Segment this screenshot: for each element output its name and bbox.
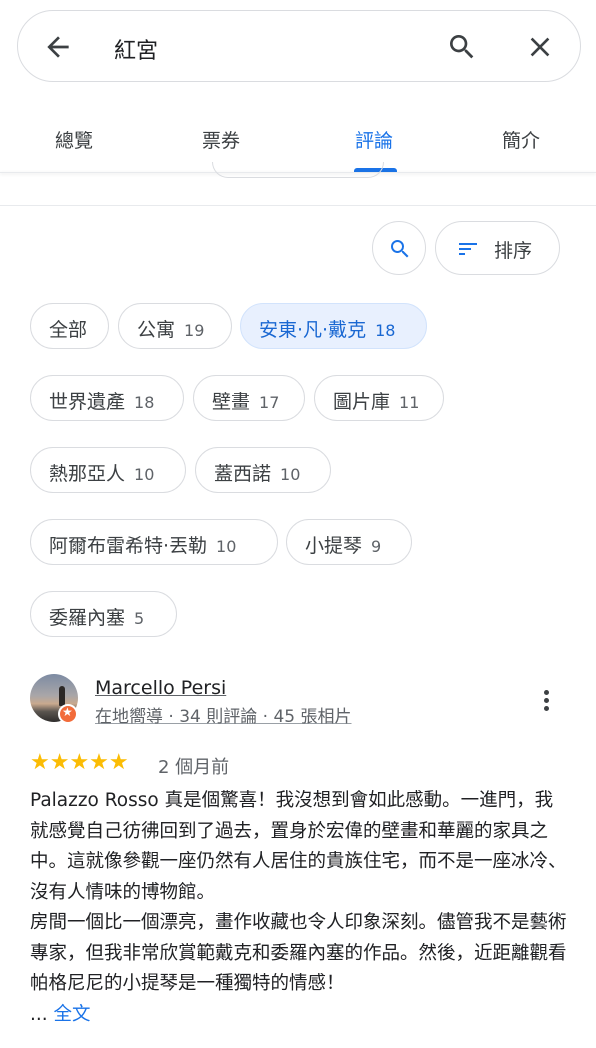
chip-casino[interactable]: 蓋西諾 10 bbox=[195, 447, 331, 493]
chip-count: 11 bbox=[399, 393, 420, 412]
chip-label: 圖片庫 bbox=[333, 391, 391, 413]
local-guide-star-icon: ★ bbox=[58, 704, 78, 724]
avatar-figure bbox=[59, 686, 65, 706]
chip-veronese[interactable]: 委羅內塞 5 bbox=[30, 591, 177, 637]
review-date: 2 個月前 bbox=[158, 757, 230, 778]
sort-icon bbox=[459, 243, 477, 255]
search-bar[interactable]: 紅宮 bbox=[17, 10, 581, 82]
chip-count: 18 bbox=[375, 321, 396, 340]
chip-label: 全部 bbox=[49, 319, 88, 341]
tab-about[interactable]: 簡介 bbox=[502, 126, 540, 153]
chip-count: 19 bbox=[184, 321, 205, 340]
chip-label: 阿爾布雷希特·丟勒 bbox=[49, 535, 208, 557]
review-ellipsis: ... bbox=[30, 1003, 48, 1025]
chip-violin[interactable]: 小提琴 9 bbox=[286, 519, 412, 565]
chip-count: 5 bbox=[134, 609, 145, 628]
sort-label: 排序 bbox=[494, 240, 533, 262]
chip-gallery[interactable]: 圖片庫 11 bbox=[314, 375, 444, 421]
chip-world-heritage[interactable]: 世界遺產 18 bbox=[30, 375, 184, 421]
chip-genoese[interactable]: 熱那亞人 10 bbox=[30, 447, 186, 493]
section-divider bbox=[0, 205, 596, 206]
chip-label: 熱那亞人 bbox=[49, 463, 126, 485]
more-vert-icon[interactable] bbox=[535, 690, 557, 714]
arrow-back-icon[interactable] bbox=[42, 31, 74, 63]
chip-durer[interactable]: 阿爾布雷希特·丟勒 10 bbox=[30, 519, 278, 565]
chip-count: 10 bbox=[280, 465, 301, 484]
chip-label: 安東·凡·戴克 bbox=[259, 319, 367, 341]
tab-tickets[interactable]: 票券 bbox=[202, 126, 240, 153]
chip-label: 公寓 bbox=[137, 319, 176, 341]
star-rating: ★★★★★ bbox=[30, 750, 129, 775]
reviewer-meta[interactable]: 在地嚮導 · 34 則評論 · 45 張相片 bbox=[95, 702, 352, 727]
chip-count: 17 bbox=[259, 393, 280, 412]
chip-label: 委羅內塞 bbox=[49, 607, 126, 629]
chip-label: 蓋西諾 bbox=[214, 463, 272, 485]
tab-reviews[interactable]: 評論 bbox=[355, 126, 393, 153]
chip-van-dyck[interactable]: 安東·凡·戴克 18 bbox=[240, 303, 427, 349]
chip-frescoes[interactable]: 壁畫 17 bbox=[193, 375, 305, 421]
review-body: Palazzo Rosso 真是個驚喜！我沒想到會如此感動。一進門，我就感覺自己… bbox=[30, 790, 567, 994]
search-icon bbox=[391, 240, 409, 258]
tab-overview[interactable]: 總覽 bbox=[55, 126, 93, 153]
reviewer-name[interactable]: Marcello Persi bbox=[95, 677, 226, 699]
review-text: Palazzo Rosso 真是個驚喜！我沒想到會如此感動。一進門，我就感覺自己… bbox=[30, 786, 570, 1030]
search-reviews-button[interactable] bbox=[372, 221, 426, 275]
chip-all[interactable]: 全部 bbox=[30, 303, 109, 349]
search-query[interactable]: 紅宮 bbox=[114, 33, 158, 65]
search-icon[interactable] bbox=[446, 31, 478, 63]
close-icon[interactable] bbox=[524, 31, 556, 63]
chip-label: 小提琴 bbox=[305, 535, 363, 557]
chip-apartment[interactable]: 公寓 19 bbox=[118, 303, 232, 349]
scrolled-content-edge bbox=[212, 162, 384, 178]
read-more-link[interactable]: 全文 bbox=[54, 1004, 91, 1025]
chip-label: 壁畫 bbox=[212, 391, 251, 413]
chip-count: 9 bbox=[371, 537, 382, 556]
sort-button[interactable]: 排序 bbox=[435, 221, 560, 275]
chip-count: 10 bbox=[216, 537, 237, 556]
chip-count: 10 bbox=[134, 465, 155, 484]
chip-count: 18 bbox=[134, 393, 155, 412]
chip-label: 世界遺產 bbox=[49, 391, 126, 413]
